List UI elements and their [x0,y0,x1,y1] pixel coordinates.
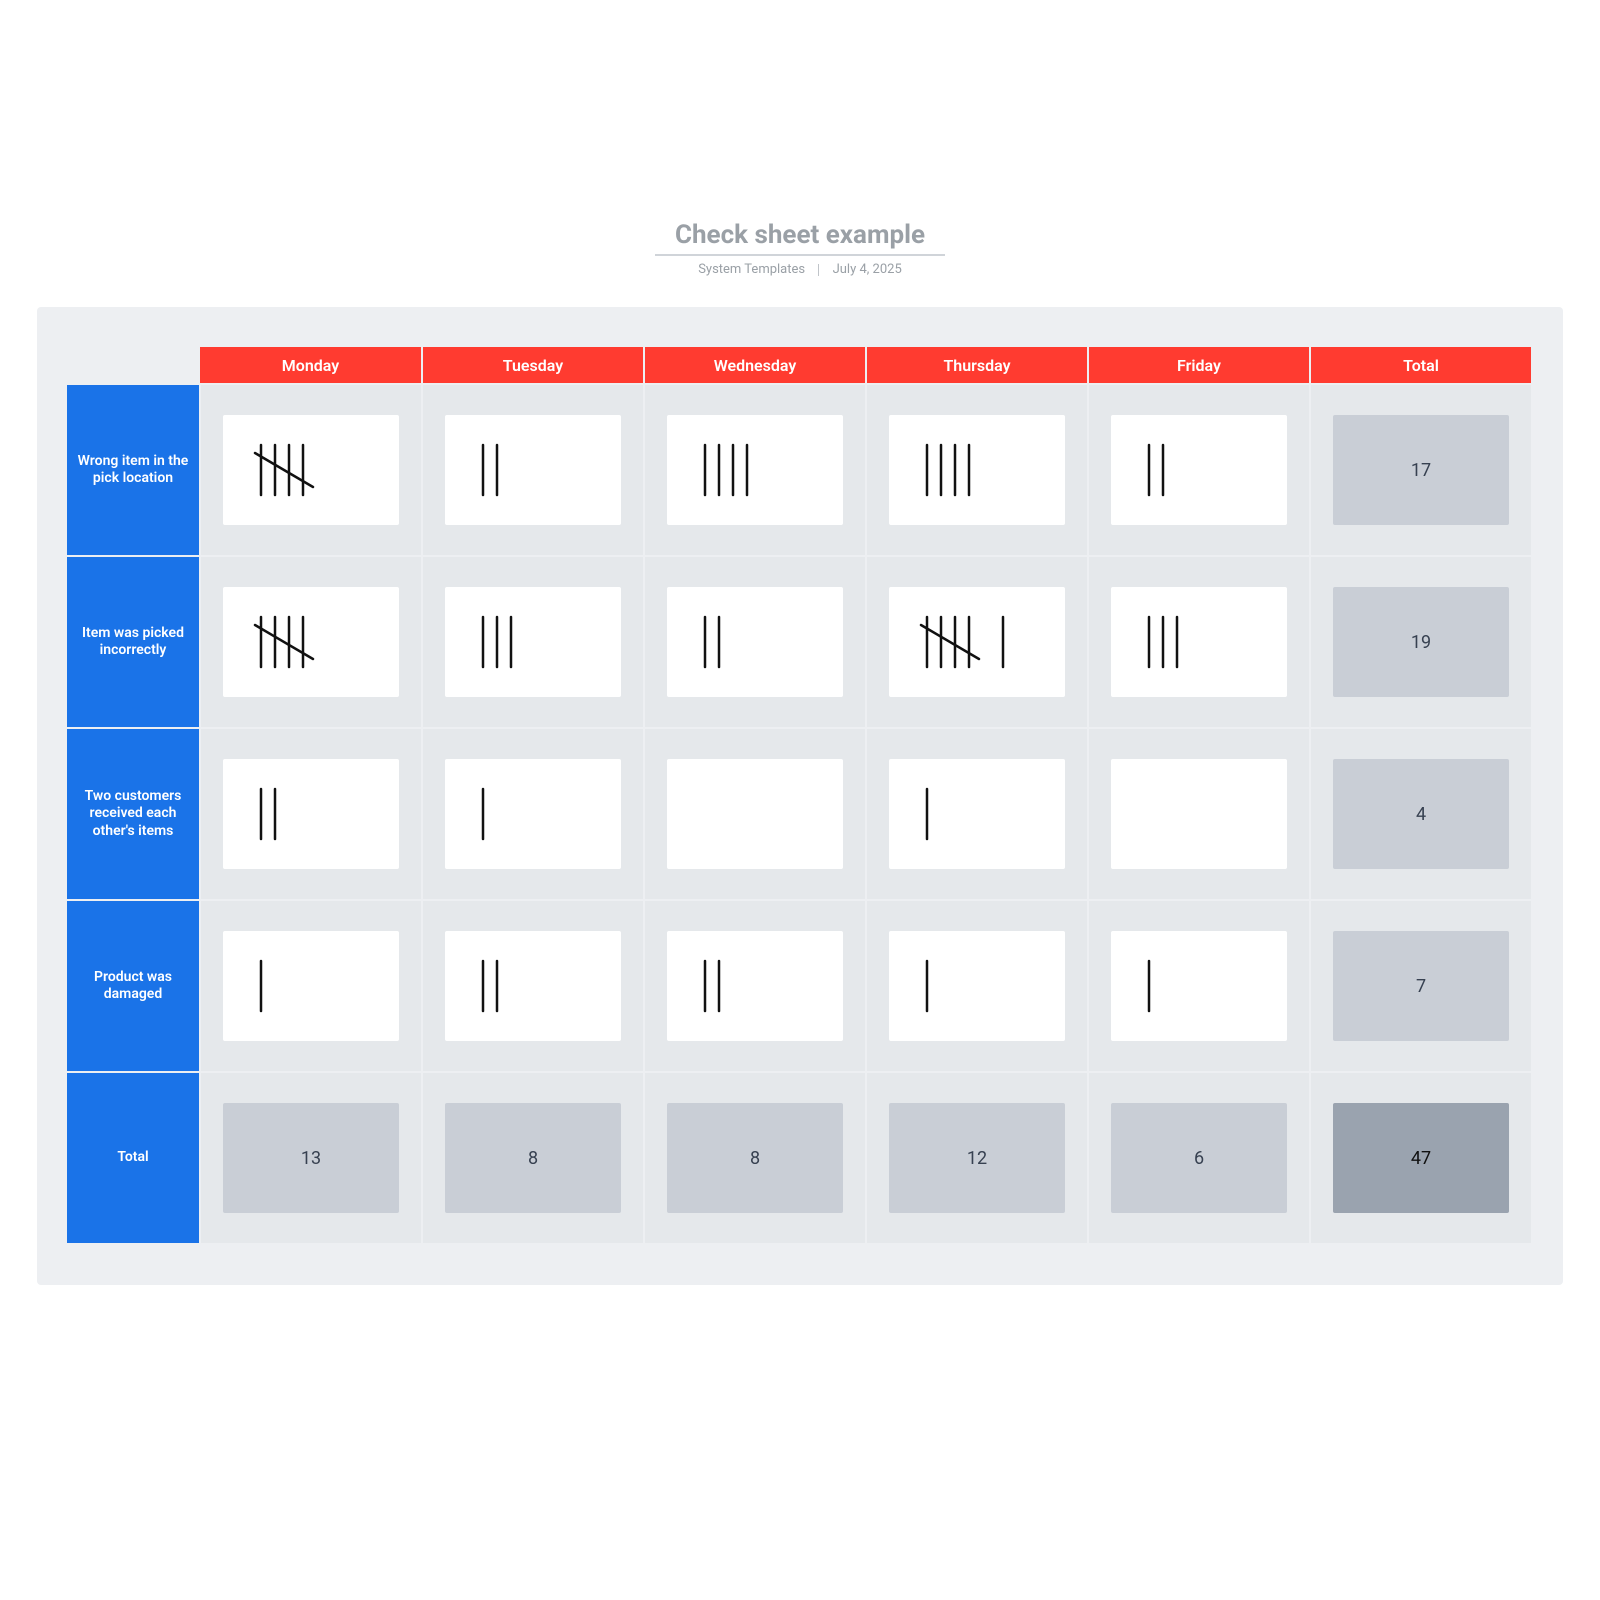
tally-cell [1088,728,1310,900]
tally-cell [644,384,866,556]
tally-card [445,931,621,1041]
col-total-value: 8 [445,1103,621,1213]
page-title: Check sheet example [655,220,945,250]
row-total-value: 19 [1333,587,1509,697]
check-sheet: Monday Tuesday Wednesday Thursday Friday… [37,307,1563,1285]
tally-card [667,759,843,869]
grand-total-cell: 47 [1310,1072,1532,1244]
tally-card [889,759,1065,869]
title-underline [655,254,945,256]
grand-total-value: 47 [1333,1103,1509,1213]
table-row: Item was picked incorrectly 19 [67,556,1532,728]
col-header-total: Total [1310,347,1532,384]
tally-card [223,931,399,1041]
corner-cell [67,347,200,384]
row-total-cell: 17 [1310,384,1532,556]
col-total-value: 6 [1111,1103,1287,1213]
tally-card [223,415,399,525]
tally-cell [866,384,1088,556]
tally-cell [1088,384,1310,556]
tally-cell [1088,900,1310,1072]
row-total-cell: 4 [1310,728,1532,900]
row-total-value: 7 [1333,931,1509,1041]
col-header: Friday [1088,347,1310,384]
tally-card [1111,587,1287,697]
col-header: Tuesday [422,347,644,384]
tally-card [445,587,621,697]
col-header: Thursday [866,347,1088,384]
row-header: Product was damaged [67,900,200,1072]
row-header: Two customers received each other's item… [67,728,200,900]
tally-card [889,587,1065,697]
tally-card [223,759,399,869]
tally-cell [200,384,422,556]
row-total-cell: 19 [1310,556,1532,728]
tally-cell [644,556,866,728]
tally-cell [422,556,644,728]
col-total-value: 13 [223,1103,399,1213]
col-header: Monday [200,347,422,384]
row-header-total: Total [67,1072,200,1244]
col-header: Wednesday [644,347,866,384]
tally-cell [422,900,644,1072]
tally-cell [644,728,866,900]
tally-cell [200,900,422,1072]
page: Check sheet example System Templates Jul… [0,0,1600,1600]
row-header: Wrong item in the pick location [67,384,200,556]
tally-card [889,415,1065,525]
tally-card [1111,759,1287,869]
author-label: System Templates [698,262,805,277]
meta-line: System Templates July 4, 2025 [655,262,945,277]
tally-card [445,759,621,869]
tally-cell [1088,556,1310,728]
col-total-cell: 12 [866,1072,1088,1244]
tally-card [1111,931,1287,1041]
table-row: Product was damaged 7 [67,900,1532,1072]
tally-card [1111,415,1287,525]
row-total-value: 4 [1333,759,1509,869]
tally-cell [866,900,1088,1072]
col-total-cell: 6 [1088,1072,1310,1244]
tally-table: Monday Tuesday Wednesday Thursday Friday… [67,347,1533,1245]
tally-cell [200,728,422,900]
title-block: Check sheet example System Templates Jul… [655,220,945,277]
row-total-value: 17 [1333,415,1509,525]
tally-cell [422,384,644,556]
tally-cell [422,728,644,900]
row-header: Item was picked incorrectly [67,556,200,728]
col-total-cell: 8 [644,1072,866,1244]
row-total-cell: 7 [1310,900,1532,1072]
tally-card [889,931,1065,1041]
tally-card [667,587,843,697]
tally-card [445,415,621,525]
tally-card [667,415,843,525]
tally-cell [200,556,422,728]
meta-separator [818,264,819,276]
tally-card [667,931,843,1041]
tally-cell [644,900,866,1072]
tally-cell [866,556,1088,728]
col-total-cell: 8 [422,1072,644,1244]
tally-cell [866,728,1088,900]
tally-card [223,587,399,697]
date-label: July 4, 2025 [833,262,902,277]
table-row: Wrong item in the pick location 17 [67,384,1532,556]
table-row: Two customers received each other's item… [67,728,1532,900]
col-total-cell: 13 [200,1072,422,1244]
col-total-value: 8 [667,1103,843,1213]
totals-row: Total13 88 12 6 47 [67,1072,1532,1244]
col-total-value: 12 [889,1103,1065,1213]
